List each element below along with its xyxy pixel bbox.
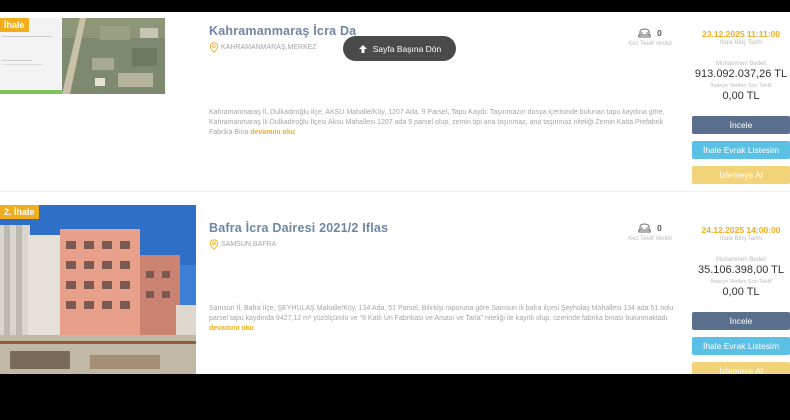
gavel-icon xyxy=(638,28,651,38)
auction-badge: İhale xyxy=(0,18,29,32)
listing-title[interactable]: Bafra İcra Dairesi 2021/2 Iflas xyxy=(209,221,388,235)
inspect-button[interactable]: İncele xyxy=(692,116,790,134)
listing-location: KAHRAMANMARAŞ,MERKEZ xyxy=(209,42,317,53)
listing-description: Kahramanmaraş İl, Dulkadiroğlu İlçe, AKS… xyxy=(209,108,674,138)
offer-counter: 0 Kez Teklif Verildi xyxy=(620,223,680,242)
listing-image xyxy=(0,205,196,374)
listing-description: Samsun İl, Bafra İlçe, ŞEYHULAŞ Mahalle/… xyxy=(209,304,674,334)
estimated-value-label: Muhammen Bedeli xyxy=(715,61,767,67)
offer-count: 0 xyxy=(657,28,662,38)
estimated-value: 35.106.398,00 TL xyxy=(697,264,785,276)
end-date-label: İhale Bitiş Tarihi xyxy=(720,236,762,242)
location-pin-icon xyxy=(209,239,219,250)
auction-badge: 2. İhale xyxy=(0,205,39,219)
scroll-to-top-button[interactable]: Sayfa Başına Dön xyxy=(343,36,456,61)
watch-button[interactable]: İzlemeye Al xyxy=(692,362,790,374)
end-date: 23.12.2025 11:11:00 xyxy=(702,29,780,39)
watch-button[interactable]: İzlemeye Al xyxy=(692,166,790,184)
end-date: 24.12.2025 14:00:00 xyxy=(701,225,781,235)
auction-summary: 24.12.2025 14:00:00 İhale Bitiş Tarihi M… xyxy=(692,225,790,298)
auction-listing: 2. İhale Bafra İcra Dairesi 2021/2 Iflas… xyxy=(0,205,790,374)
offer-count-label: Kez Teklif Verildi xyxy=(628,41,672,47)
document-list-button[interactable]: İhale Evrak Listesim xyxy=(692,141,790,159)
offer-count-label: Kez Teklif Verildi xyxy=(628,236,672,242)
listings-page: İhale Kahramanmaraş İcra Da KAHRAMANMARA… xyxy=(0,12,790,374)
gavel-icon xyxy=(638,223,651,233)
end-date-label: İhale Bitiş Tarihi xyxy=(720,40,762,46)
read-more-link[interactable]: devamını oku xyxy=(209,325,254,332)
last-offer-label: İhaleye Verilen Son Teklif xyxy=(710,279,772,285)
last-offer-value: 0,00 TL xyxy=(722,286,760,298)
offer-count: 0 xyxy=(657,223,662,233)
listing-thumbnail[interactable]: 2. İhale xyxy=(0,205,196,374)
auction-summary: 23.12.2025 11:11:00 İhale Bitiş Tarihi M… xyxy=(692,29,790,102)
listing-thumbnail[interactable]: İhale xyxy=(0,18,165,94)
document-list-button[interactable]: İhale Evrak Listesim xyxy=(692,337,790,355)
last-offer-value: 0,00 TL xyxy=(722,90,760,102)
scroll-to-top-label: Sayfa Başına Dön xyxy=(372,43,442,54)
listing-title[interactable]: Kahramanmaraş İcra Da xyxy=(209,24,356,38)
estimated-value: 913.092.037,26 TL xyxy=(694,68,788,80)
offer-counter: 0 Kez Teklif Verildi xyxy=(620,28,680,47)
arrow-up-icon xyxy=(358,44,367,53)
inspect-button[interactable]: İncele xyxy=(692,312,790,330)
estimated-value-label: Muhammen Bedeli xyxy=(715,257,767,263)
listing-location: SAMSUN,BAFRA xyxy=(209,239,276,250)
last-offer-label: İhaleye Verilen Son Teklif xyxy=(710,83,772,89)
location-text: KAHRAMANMARAŞ,MERKEZ xyxy=(221,44,317,51)
description-text: Samsun İl, Bafra İlçe, ŞEYHULAŞ Mahalle/… xyxy=(209,305,674,322)
read-more-link[interactable]: devamını oku xyxy=(250,129,295,136)
location-text: SAMSUN,BAFRA xyxy=(221,241,277,248)
location-pin-icon xyxy=(209,42,219,53)
